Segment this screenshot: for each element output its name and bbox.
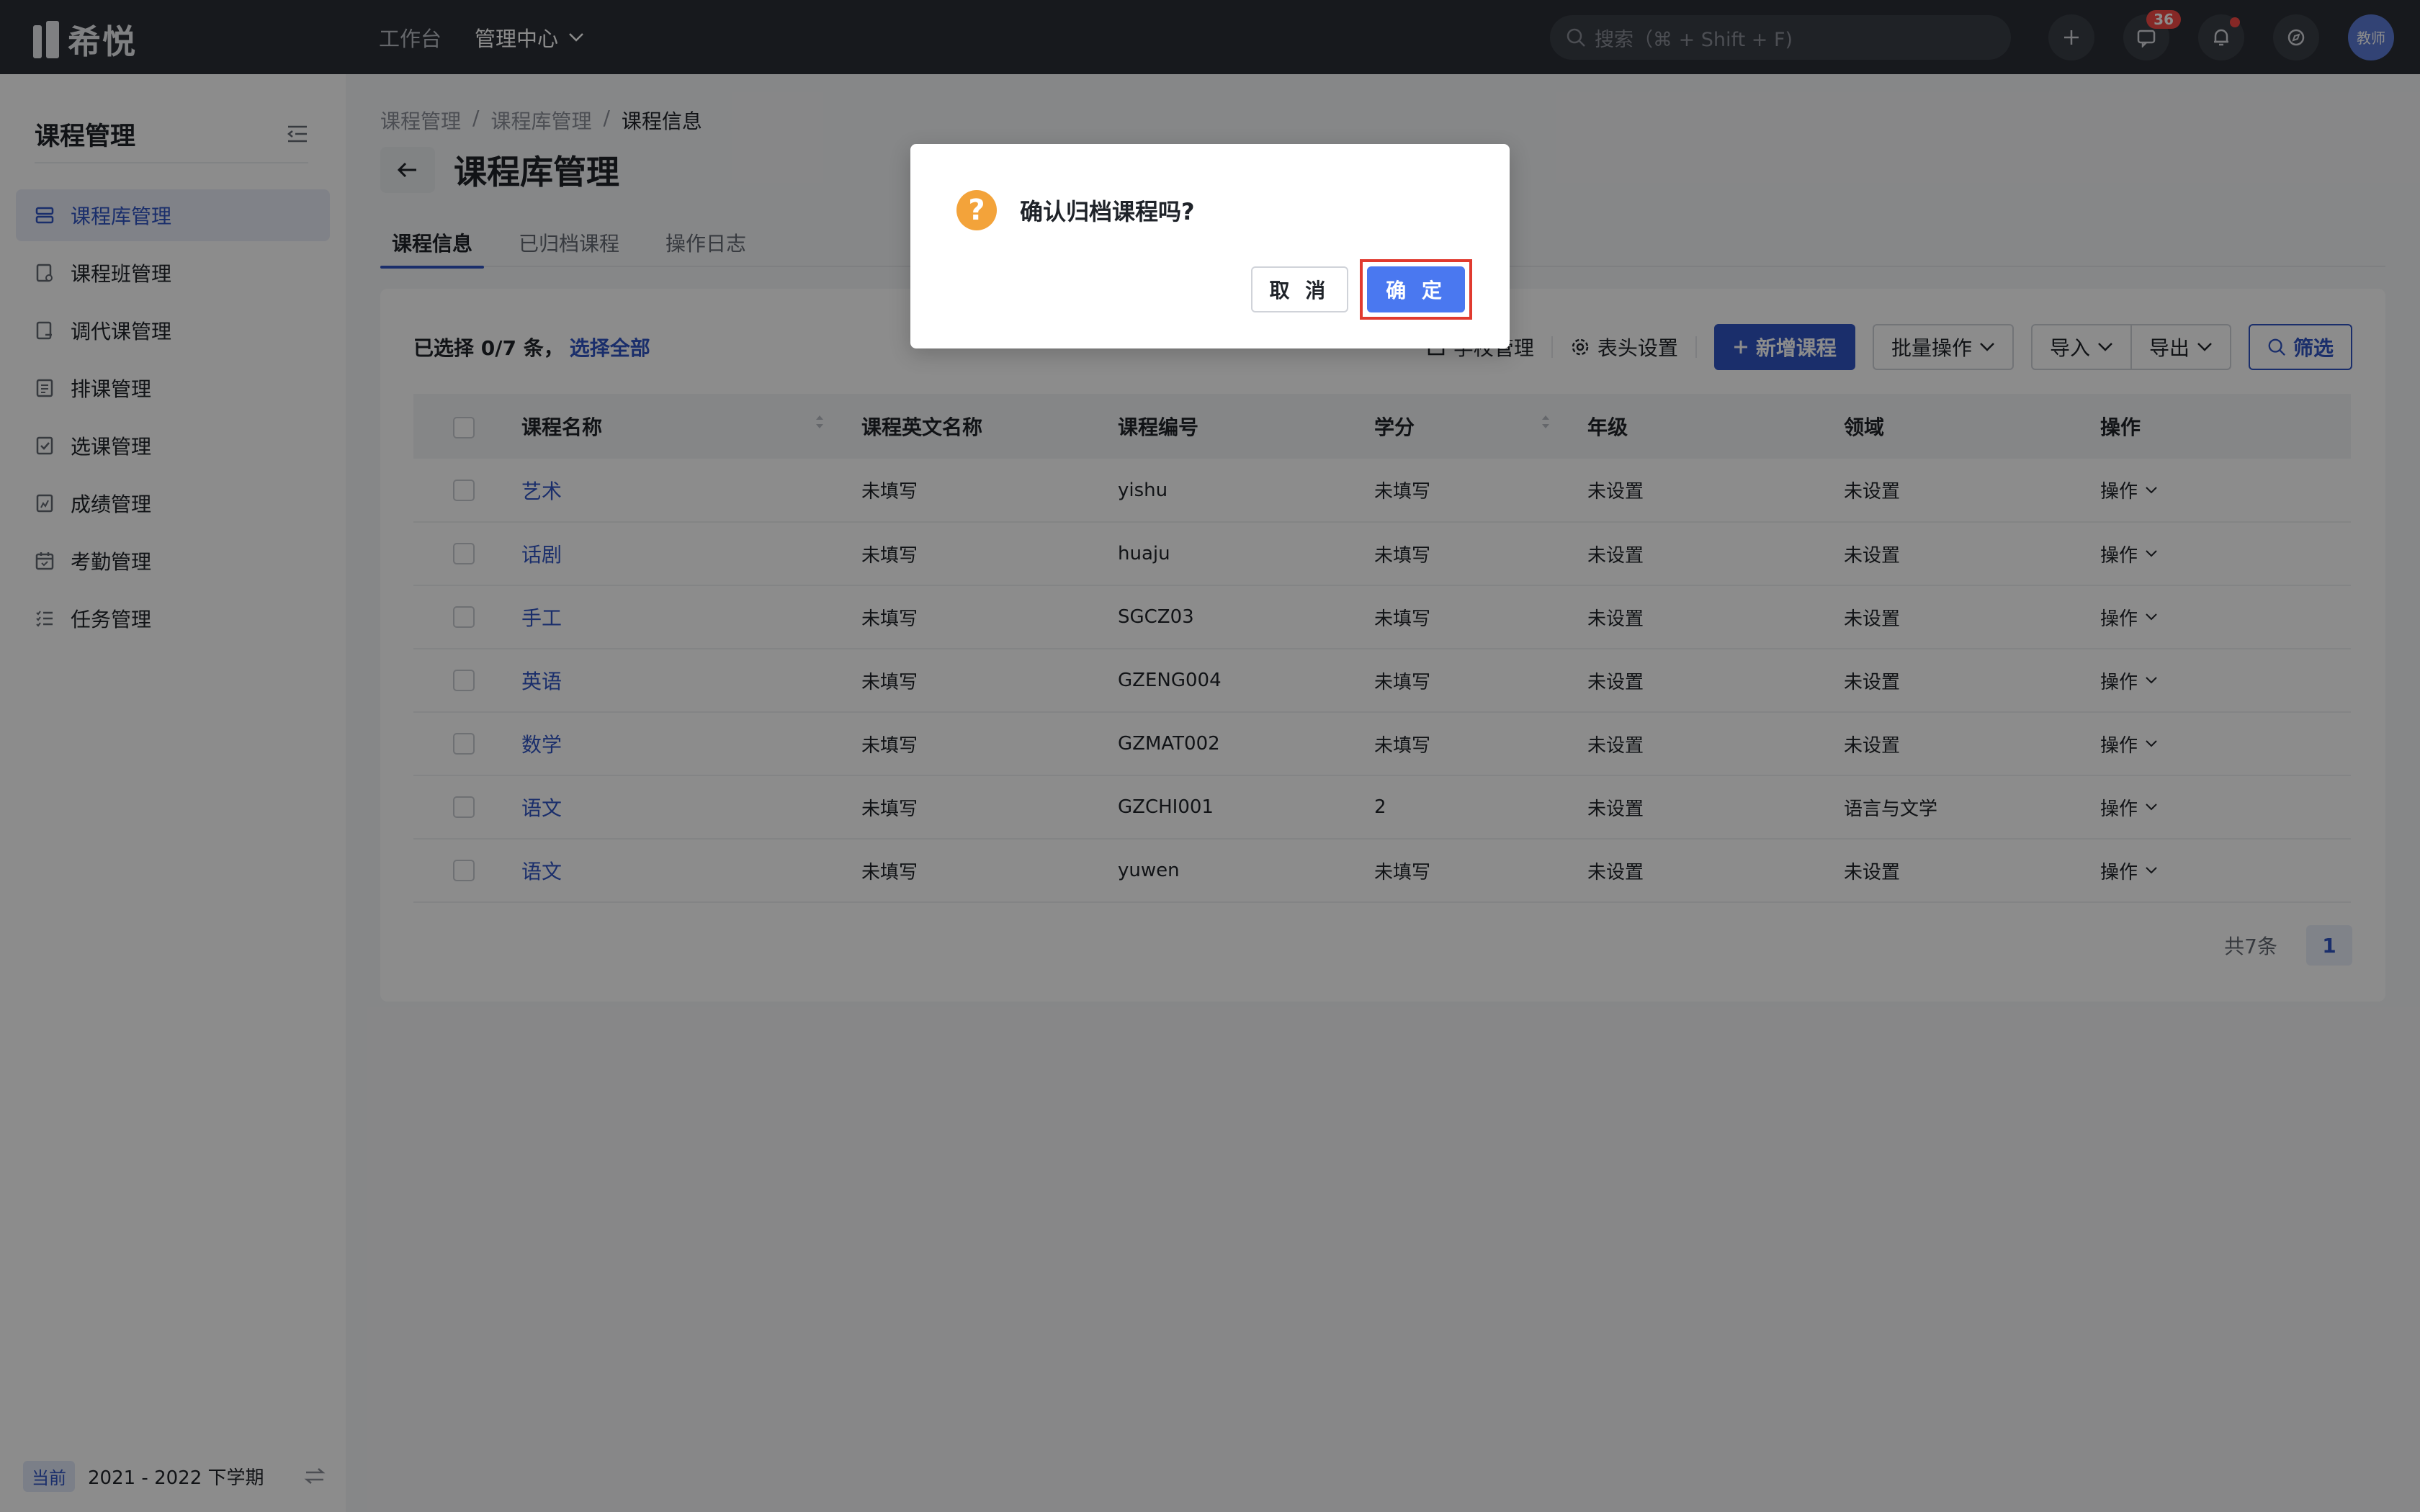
dialog-message: 确认归档课程吗? (1020, 198, 1195, 225)
ok-button-highlight: 确 定 (1360, 259, 1472, 320)
cancel-button[interactable]: 取 消 (1250, 266, 1349, 312)
question-icon: ? (956, 190, 997, 230)
confirm-button[interactable]: 确 定 (1367, 266, 1465, 312)
archive-confirm-dialog: ? 确认归档课程吗? 取 消 确 定 (910, 144, 1510, 348)
dialog-actions: 取 消 确 定 (1250, 259, 1472, 320)
